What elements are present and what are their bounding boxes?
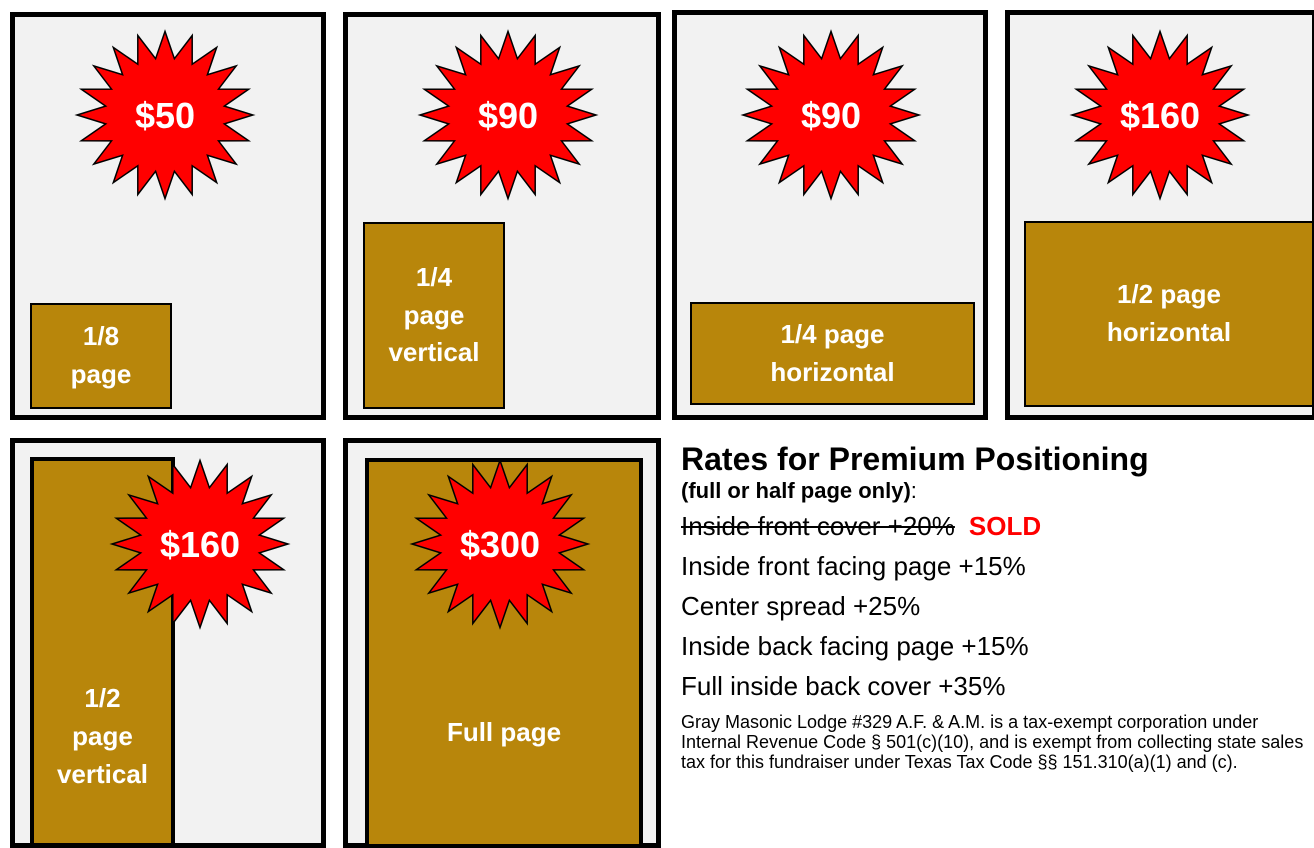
- price-burst: $160: [109, 458, 291, 630]
- starburst-shape: $90: [417, 29, 599, 201]
- starburst-shape: $300: [409, 458, 591, 630]
- ad-size-label: page: [403, 299, 465, 330]
- premium-rate-item: Center spread +25%: [681, 591, 921, 621]
- ad-size-label: Full page: [446, 717, 562, 748]
- starburst-shape: $50: [74, 29, 256, 201]
- price-label: $160: [160, 524, 240, 565]
- ad-size-label: page: [70, 359, 132, 389]
- ad-size-label: 1/8: [82, 321, 120, 352]
- price-label: $50: [135, 95, 195, 136]
- ad-size-box-half-page-horizontal: 1/2 page horizontal: [1024, 221, 1314, 407]
- ad-size-box-quarter-page-horizontal: 1/4 page horizontal: [690, 302, 975, 405]
- premium-rates-subtitle-tail: :: [910, 478, 917, 503]
- ad-size-label: horizontal: [1106, 317, 1232, 347]
- premium-rate-item: Full inside back cover +35%: [681, 671, 1006, 701]
- premium-rates-subtitle-bold: (full or half page only): [681, 478, 911, 503]
- premium-rate-item: Inside back facing page +15%: [681, 631, 1029, 661]
- price-burst: $50: [74, 29, 256, 201]
- ad-size-label: vertical: [388, 337, 480, 368]
- ad-size-box-quarter-page-vertical: 1/4 page vertical: [363, 222, 505, 409]
- premium-rate-text: Inside front cover +20%: [681, 511, 955, 541]
- ad-size-label: 1/2: [84, 683, 121, 714]
- premium-rates-title: Rates for Premium Positioning: [681, 441, 1149, 477]
- ad-size-label: 1/2 page: [1116, 279, 1222, 310]
- sold-badge: SOLD: [968, 511, 1042, 541]
- ad-size-label: horizontal: [770, 356, 895, 387]
- price-label: $300: [460, 524, 540, 565]
- ad-size-label: 1/4: [415, 261, 453, 292]
- premium-rates-section: Rates for Premium Positioning (full or h…: [681, 440, 1311, 772]
- premium-rate-item: Inside front facing page +15%: [681, 551, 1026, 581]
- price-label: $90: [801, 95, 861, 136]
- price-label: $160: [1120, 95, 1200, 136]
- tax-exempt-note: Gray Masonic Lodge #329 A.F. & A.M. is a…: [681, 712, 1304, 772]
- premium-rates-subtitle: (full or half page only):: [681, 478, 1311, 504]
- price-burst: $160: [1069, 29, 1251, 201]
- starburst-shape: $90: [740, 29, 922, 201]
- ad-size-label: page: [72, 721, 133, 752]
- price-burst: $300: [409, 458, 591, 630]
- ad-size-label: 1/4 page: [780, 318, 885, 349]
- premium-rate-item: Inside front cover +20% SOLD: [681, 508, 1311, 544]
- starburst-shape: $160: [1069, 29, 1251, 201]
- ad-size-label: vertical: [56, 758, 149, 789]
- ad-size-box-eighth-page: 1/8 page: [30, 303, 172, 409]
- price-burst: $90: [740, 29, 922, 201]
- price-label: $90: [478, 95, 538, 136]
- starburst-shape: $160: [109, 458, 291, 630]
- price-burst: $90: [417, 29, 599, 201]
